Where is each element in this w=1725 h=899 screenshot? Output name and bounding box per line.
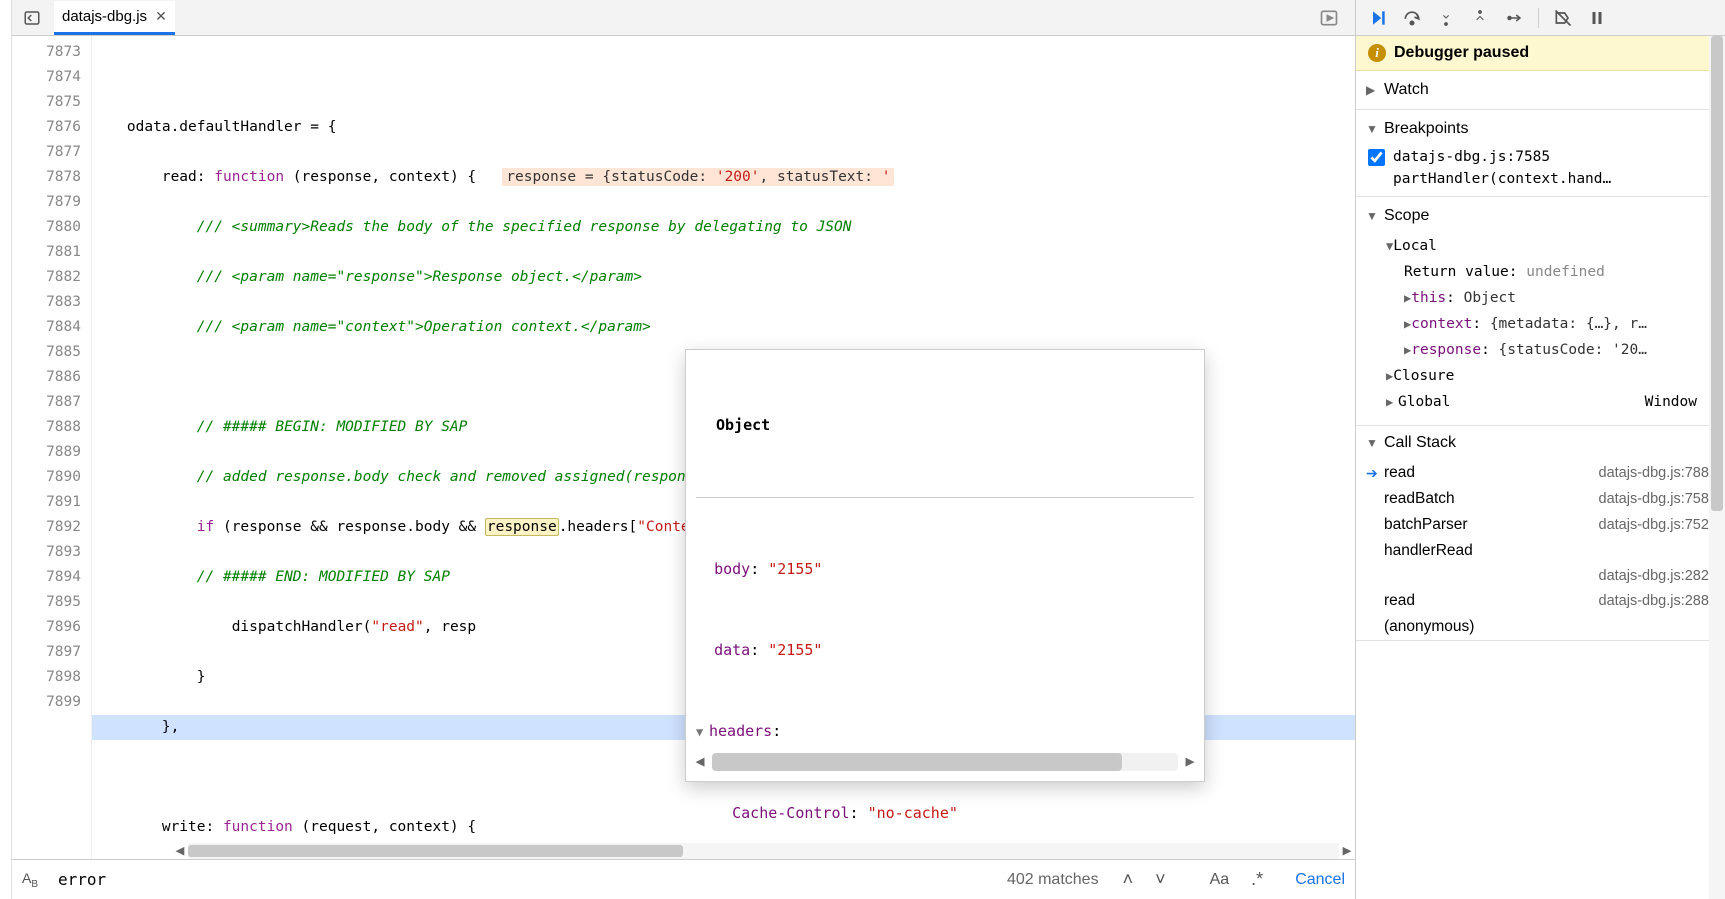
match-case-toggle[interactable]: Aa xyxy=(1206,871,1234,889)
find-mode-icon[interactable]: AB xyxy=(22,870,44,890)
object-hover-popup: Object body: "2155" data: "2155" ▼header… xyxy=(685,349,1205,782)
inline-value: response = {statusCode: '200', statusTex… xyxy=(502,168,894,186)
debugger-toolbar xyxy=(1356,0,1725,36)
step-over-icon[interactable] xyxy=(1400,6,1424,30)
popup-h-scrollbar[interactable]: ◀ ▶ xyxy=(692,748,1198,775)
regex-toggle[interactable]: .* xyxy=(1247,869,1267,890)
expand-icon: ▼ xyxy=(1366,122,1378,136)
code-content[interactable]: odata.defaultHandler = { read: function … xyxy=(92,36,1355,859)
breakpoints-section-header[interactable]: ▼ Breakpoints xyxy=(1364,116,1717,142)
close-tab-icon[interactable]: ✕ xyxy=(155,8,167,25)
line-numbers: 7873787478757876787778787879788078817882… xyxy=(12,36,92,859)
step-icon[interactable] xyxy=(1502,6,1526,30)
run-snippet-icon[interactable] xyxy=(1315,4,1343,32)
current-line: }, xyxy=(162,719,179,735)
hover-identifier[interactable]: response xyxy=(485,518,559,536)
callstack-row[interactable]: (anonymous) xyxy=(1356,614,1725,640)
step-into-icon[interactable] xyxy=(1434,6,1458,30)
callstack-row[interactable]: datajs-dbg.js:2828 xyxy=(1356,564,1725,588)
find-cancel-button[interactable]: Cancel xyxy=(1295,871,1345,889)
callstack-row[interactable]: readdatajs-dbg.js:7886 xyxy=(1356,460,1725,486)
toggle-navigator-icon[interactable] xyxy=(18,4,46,32)
scope-section-header[interactable]: ▼ Scope xyxy=(1364,203,1717,229)
find-prev-icon[interactable]: ˄ xyxy=(1119,869,1138,890)
breakpoint-checkbox[interactable] xyxy=(1368,149,1385,166)
breakpoint-row[interactable]: datajs-dbg.js:7585 partHandler(context.h… xyxy=(1364,142,1717,190)
callstack-section-header[interactable]: ▼ Call Stack xyxy=(1356,426,1725,460)
scroll-right-icon[interactable]: ▶ xyxy=(1182,748,1198,775)
popup-title: Object xyxy=(716,412,1194,439)
find-match-count: 402 matches xyxy=(1007,871,1099,889)
collapse-icon: ▶ xyxy=(1366,83,1378,97)
pause-exceptions-icon[interactable] xyxy=(1585,6,1609,30)
callstack-row[interactable]: readBatchdatajs-dbg.js:7585 xyxy=(1356,486,1725,512)
expand-icon: ▼ xyxy=(1366,209,1378,223)
resume-icon[interactable] xyxy=(1366,6,1390,30)
callstack-row[interactable]: handlerRead xyxy=(1356,538,1725,564)
breakpoint-code: partHandler(context.hand… xyxy=(1393,168,1611,190)
tab-datajs-dbg[interactable]: datajs-dbg.js ✕ xyxy=(54,1,175,35)
scroll-left-icon[interactable]: ◀ xyxy=(172,839,188,860)
find-input[interactable] xyxy=(58,870,578,889)
scroll-left-icon[interactable]: ◀ xyxy=(692,748,708,775)
left-gutter xyxy=(0,0,12,899)
debugger-panel: i Debugger paused ▶ Watch ▼ Breakpoints … xyxy=(1355,0,1725,899)
expand-icon: ▼ xyxy=(1366,436,1378,450)
scroll-right-icon[interactable]: ▶ xyxy=(1339,839,1355,860)
find-bar: AB 402 matches ˄ ˅ Aa .* Cancel xyxy=(12,859,1355,899)
code-token: odata.defaultHandler = { xyxy=(127,119,337,135)
callstack-row[interactable]: readdatajs-dbg.js:2880 xyxy=(1356,588,1725,614)
deactivate-breakpoints-icon[interactable] xyxy=(1551,6,1575,30)
step-out-icon[interactable] xyxy=(1468,6,1492,30)
find-next-icon[interactable]: ˅ xyxy=(1151,869,1170,890)
watch-section-header[interactable]: ▶ Watch xyxy=(1364,77,1717,103)
tab-bar: datajs-dbg.js ✕ xyxy=(12,0,1355,36)
tab-filename: datajs-dbg.js xyxy=(62,8,147,25)
info-icon: i xyxy=(1368,44,1386,62)
callstack-row[interactable]: batchParserdatajs-dbg.js:7524 xyxy=(1356,512,1725,538)
expand-icon[interactable]: ▼ xyxy=(696,719,709,746)
panel-v-scrollbar[interactable] xyxy=(1709,36,1725,899)
breakpoint-file: datajs-dbg.js:7585 xyxy=(1393,146,1611,168)
debugger-status: i Debugger paused xyxy=(1356,36,1725,71)
